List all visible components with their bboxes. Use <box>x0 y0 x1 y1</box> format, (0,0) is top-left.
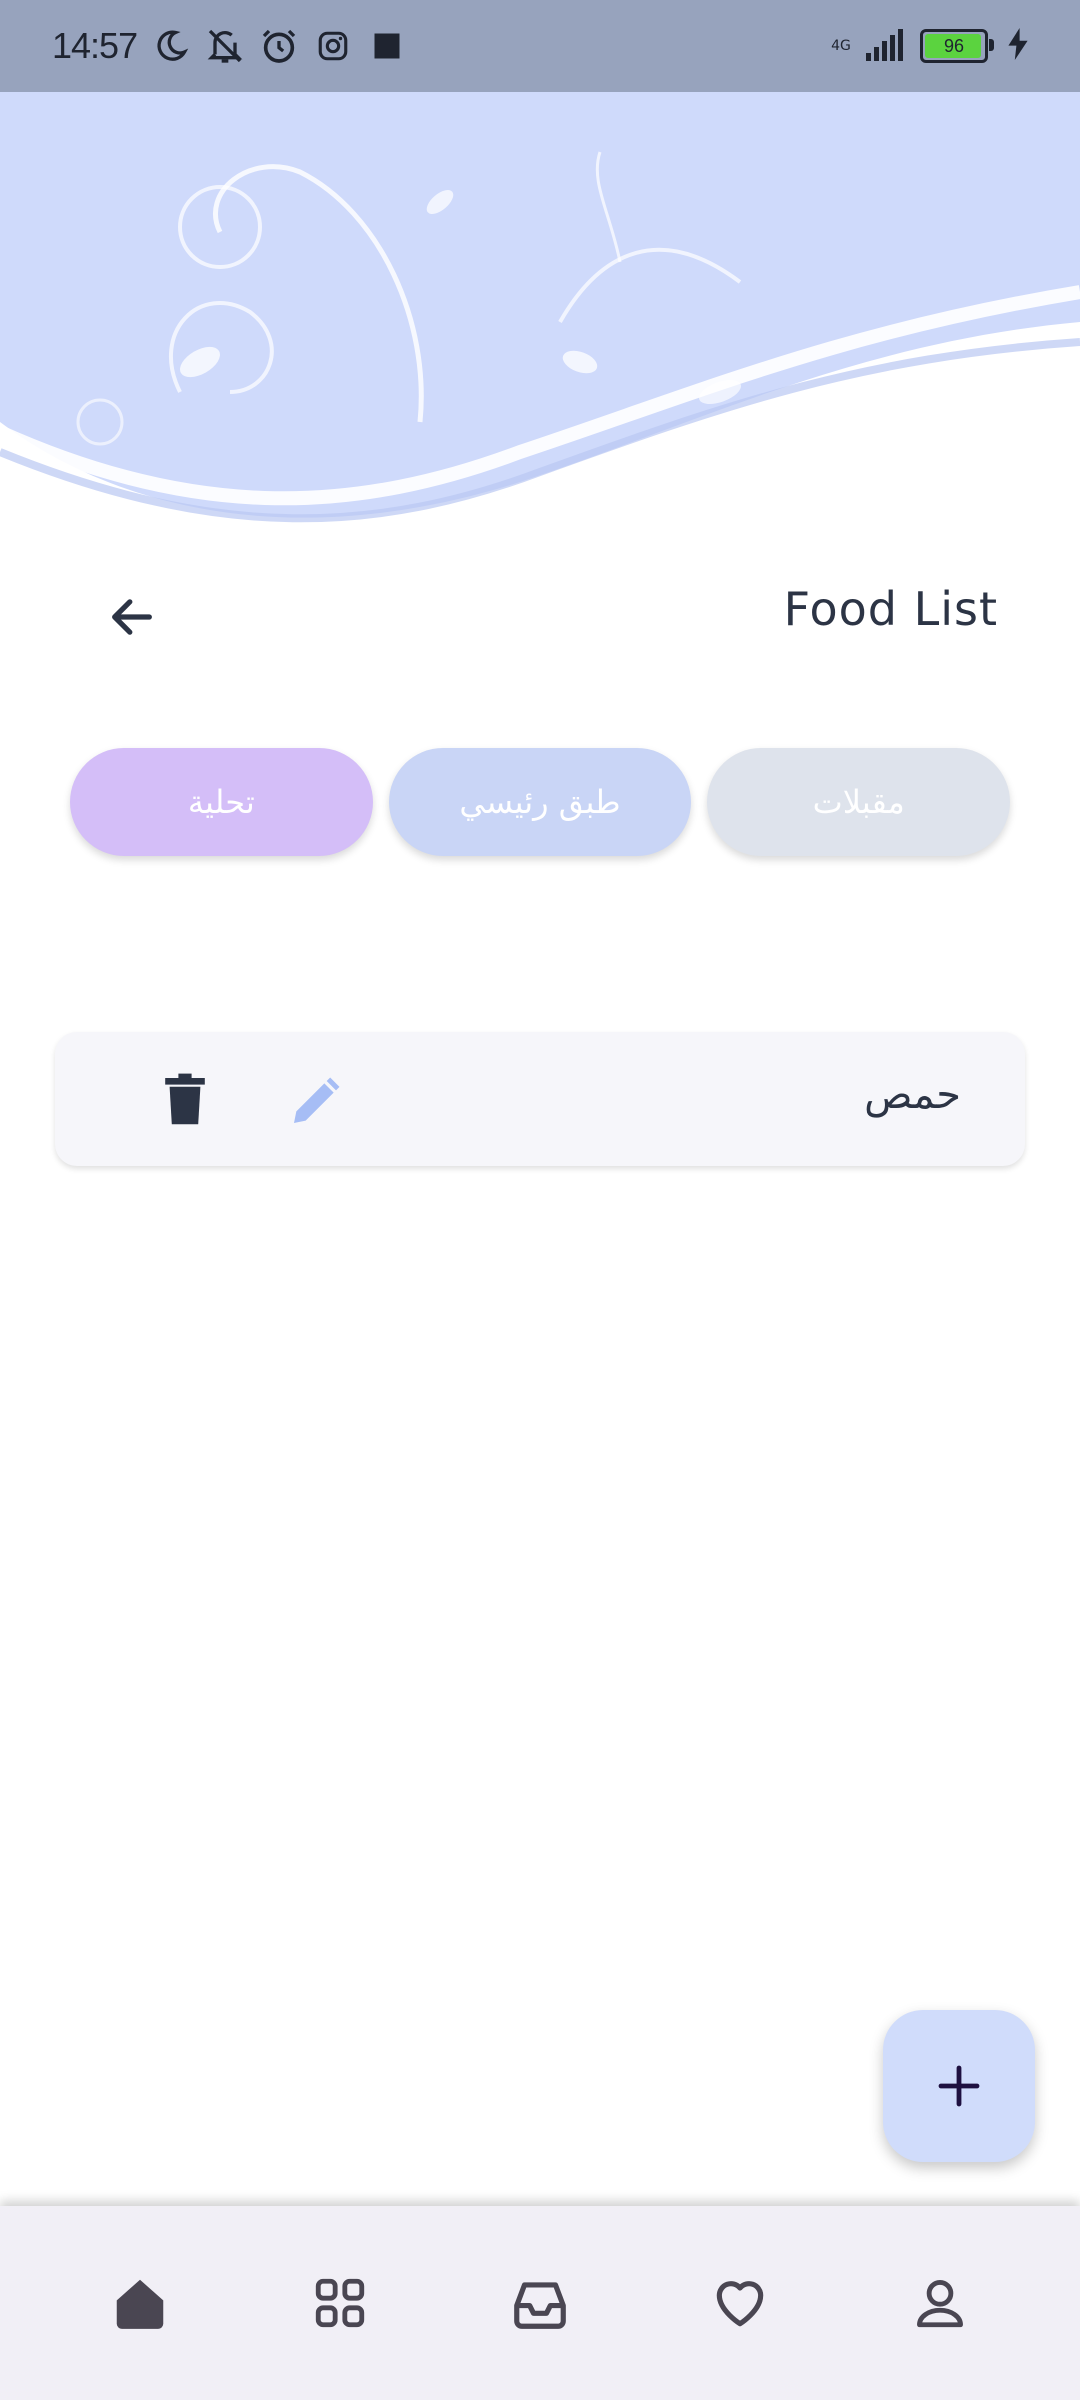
signal-icon <box>864 27 908 65</box>
edit-button[interactable] <box>283 1072 347 1132</box>
alarm-icon <box>259 26 299 66</box>
battery-icon: 96 <box>920 29 994 63</box>
chip-label: مقبلات <box>812 783 905 821</box>
moon-icon <box>151 26 191 66</box>
food-name: حمص <box>864 1072 961 1118</box>
chip-label: تحلية <box>187 783 255 821</box>
back-button[interactable] <box>100 585 164 649</box>
category-chip-dessert[interactable]: تحلية <box>70 748 373 856</box>
mute-icon <box>205 26 245 66</box>
arrow-left-icon <box>112 599 152 635</box>
header-banner <box>0 92 1080 612</box>
nav-profile[interactable] <box>885 2248 995 2358</box>
bottom-navigation <box>0 2206 1080 2400</box>
plus-icon <box>938 2065 980 2107</box>
battery-percent: 96 <box>943 35 965 56</box>
home-icon <box>116 2279 164 2329</box>
heart-icon <box>716 2281 764 2327</box>
page-title: Food List <box>783 582 998 636</box>
square-icon <box>367 26 407 66</box>
instagram-icon <box>313 26 353 66</box>
category-chip-main-course[interactable]: طبق رئيسي <box>388 748 692 856</box>
status-left: 14:57 <box>52 22 407 70</box>
chip-label: طبق رئيسي <box>459 783 621 821</box>
network-type: 4G <box>831 38 851 54</box>
grid-icon <box>315 2278 365 2328</box>
nav-favorites[interactable] <box>685 2248 795 2358</box>
pencil-icon <box>294 1077 340 1123</box>
nav-home[interactable] <box>85 2248 195 2358</box>
category-chips: تحلية طبق رئيسي مقبلات <box>70 748 1011 858</box>
status-time: 14:57 <box>52 25 138 66</box>
status-right: 4G 96 <box>830 22 1028 70</box>
nav-categories[interactable] <box>285 2248 395 2358</box>
inbox-icon <box>514 2282 566 2329</box>
nav-inbox[interactable] <box>485 2248 595 2358</box>
delete-button[interactable] <box>155 1070 215 1130</box>
app-header: Food List <box>0 560 1080 670</box>
add-food-button[interactable] <box>883 2010 1035 2162</box>
status-bar: 14:57 4G 96 <box>0 0 1080 92</box>
floral-background-image <box>0 92 1080 612</box>
charging-icon <box>1008 28 1028 64</box>
profile-icon <box>917 2280 963 2328</box>
category-chip-appetizers[interactable]: مقبلات <box>707 748 1011 856</box>
food-list-item[interactable]: حمص <box>55 1032 1025 1166</box>
trash-icon <box>165 1073 205 1125</box>
